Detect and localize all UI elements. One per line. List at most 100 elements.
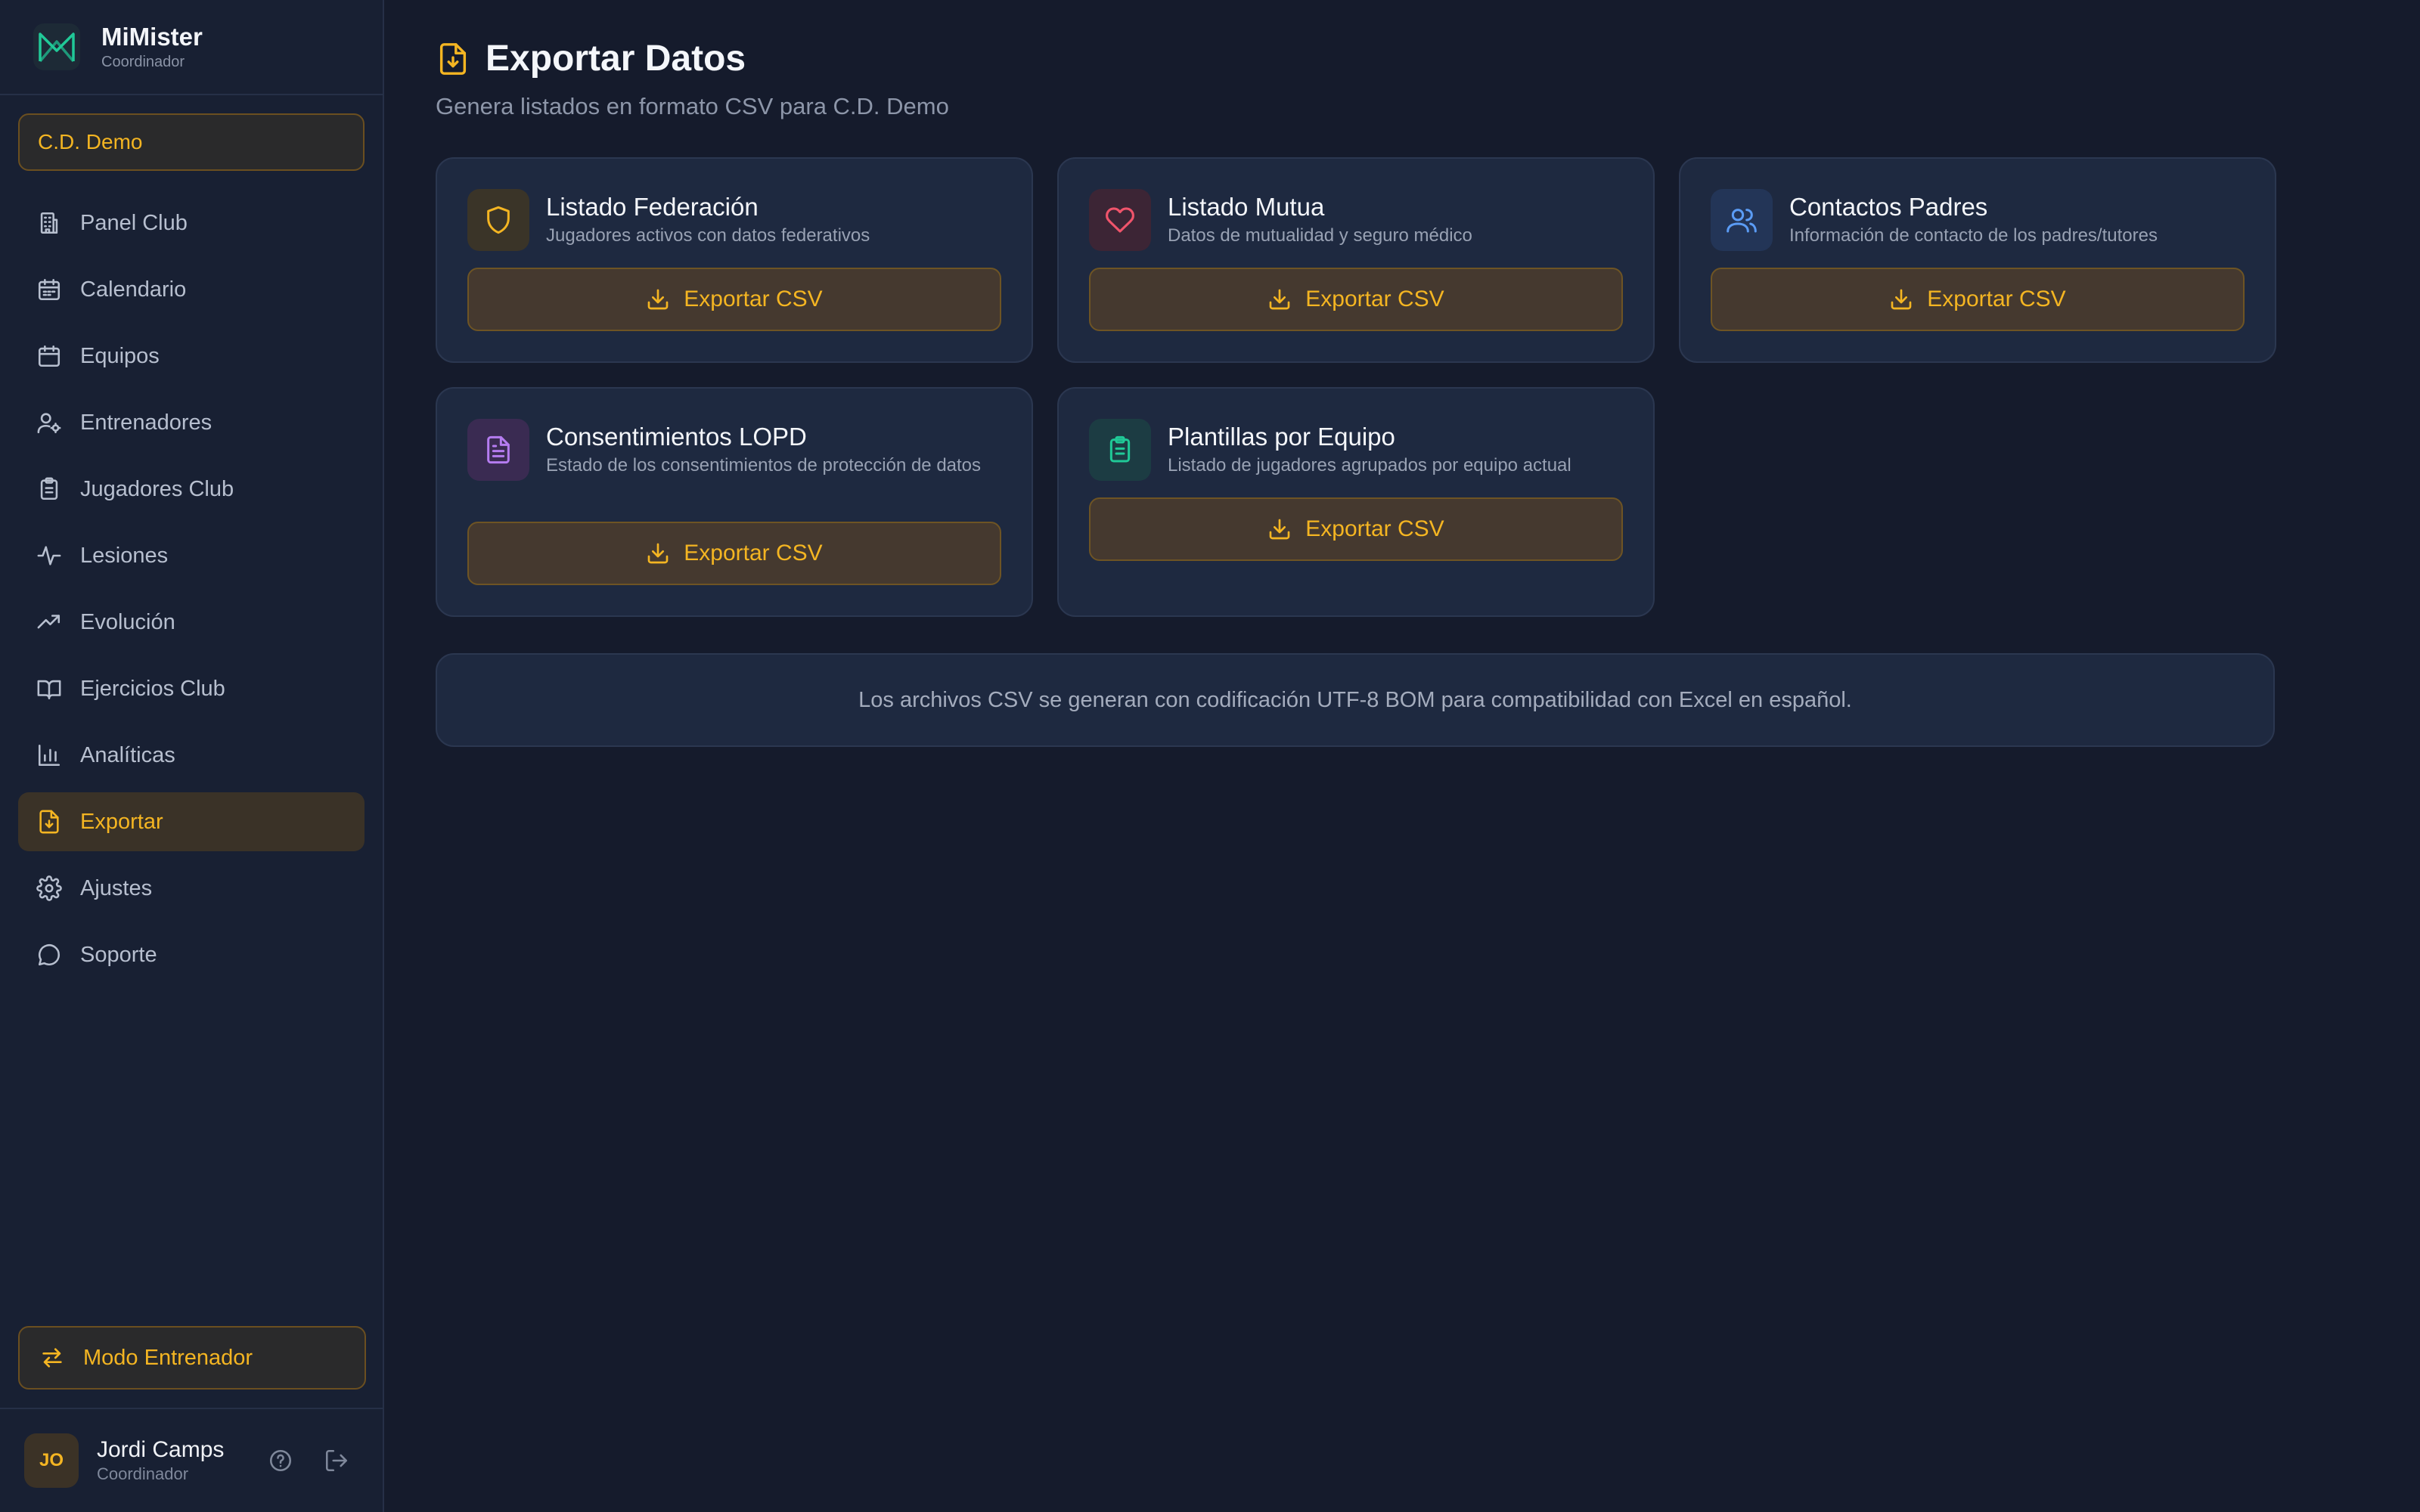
heart-icon [1106, 207, 1134, 233]
user-actions [268, 1448, 349, 1473]
sidebar-item-ejercicios-club[interactable]: Ejercicios Club [18, 659, 365, 718]
export-csv-label: Exportar CSV [1305, 516, 1444, 541]
card-icon-box [467, 419, 529, 481]
main-content: Exportar Datos Genera listados en format… [384, 0, 2420, 1512]
users-icon [1727, 209, 1757, 233]
export-csv-label: Exportar CSV [684, 541, 823, 565]
export-csv-button[interactable]: Exportar CSV [467, 522, 1001, 585]
sidebar-item-label: Jugadores Club [80, 476, 234, 501]
card-title: Listado Federación [546, 193, 759, 221]
sidebar-item-evolucion[interactable]: Evolución [18, 593, 365, 652]
export-csv-label: Exportar CSV [684, 287, 823, 311]
card-description: Listado de jugadores agrupados por equip… [1168, 455, 1571, 476]
card-description: Información de contacto de los padres/tu… [1789, 225, 2158, 246]
sidebar-item-soporte[interactable]: Soporte [18, 925, 365, 984]
help-icon[interactable] [268, 1448, 293, 1473]
sidebar-item-label: Exportar [80, 809, 163, 834]
card-description: Estado de los consentimientos de protecc… [546, 455, 982, 476]
clipboard-icon [1109, 435, 1131, 463]
page-subtitle: Genera listados en formato CSV para C.D.… [436, 93, 949, 119]
sidebar-nav: Panel Club Calendario Equipos Entrenador… [0, 194, 383, 992]
sidebar-item-label: Soporte [80, 942, 157, 967]
sidebar-item-entrenadores[interactable]: Entrenadores [18, 393, 365, 452]
card-icon-box [1089, 419, 1151, 481]
export-card-plantillas: Plantillas por Equipo Listado de jugador… [1057, 387, 1655, 617]
sidebar-item-label: Lesiones [80, 543, 169, 568]
download-icon [1891, 289, 1912, 310]
sidebar-item-label: Ejercicios Club [80, 676, 225, 701]
brand-role: Coordinador [101, 54, 185, 70]
calendar-icon [38, 278, 60, 301]
user-role: Coordinador [97, 1464, 189, 1483]
clipboard-icon [40, 477, 58, 500]
book-icon [37, 680, 61, 700]
sidebar-item-exportar[interactable]: Exportar [18, 792, 365, 851]
card-icon-box [1711, 189, 1773, 251]
sidebar-item-label: Entrenadores [80, 410, 213, 435]
card-title: Listado Mutua [1168, 193, 1325, 221]
page-title: Exportar Datos [486, 39, 746, 79]
card-description: Datos de mutualidad y seguro médico [1168, 225, 1472, 246]
user-gear-icon [37, 413, 61, 434]
download-icon [647, 289, 669, 310]
sidebar-item-label: Ajustes [80, 875, 153, 900]
download-icon [647, 543, 669, 564]
export-csv-button[interactable]: Exportar CSV [467, 268, 1001, 331]
brand-header: MiMister Coordinador [0, 0, 383, 95]
card-description: Jugadores activos con datos federativos [546, 225, 870, 246]
club-selector[interactable]: C.D. Demo [18, 113, 365, 171]
avatar[interactable]: JO [24, 1433, 79, 1488]
sidebar-item-label: Analíticas [80, 742, 175, 767]
card-title: Plantillas por Equipo [1168, 423, 1395, 451]
export-card-federacion: Listado Federación Jugadores activos con… [436, 157, 1033, 363]
coach-mode-button[interactable]: Modo Entrenador [18, 1326, 366, 1390]
swap-arrows-icon [42, 1348, 62, 1368]
bar-chart-icon [38, 744, 60, 767]
sidebar: MiMister Coordinador C.D. Demo Panel Clu… [0, 0, 384, 1512]
sidebar-item-equipos[interactable]: Equipos [18, 327, 365, 386]
mimister-logo-icon [33, 23, 80, 70]
export-csv-button[interactable]: Exportar CSV [1711, 268, 2245, 331]
coach-mode-label: Modo Entrenador [83, 1345, 253, 1370]
document-icon [487, 435, 510, 464]
app-root: MiMister Coordinador C.D. Demo Panel Clu… [0, 0, 2420, 1512]
building-icon [40, 212, 58, 234]
export-card-mutua: Listado Mutua Datos de mutualidad y segu… [1057, 157, 1655, 363]
page-header: Exportar Datos Genera listados en format… [436, 38, 949, 120]
export-csv-label: Exportar CSV [1927, 287, 2066, 311]
export-card-contactos-padres: Contactos Padres Información de contacto… [1679, 157, 2276, 363]
user-bar: JO Jordi Camps Coordinador [0, 1408, 383, 1512]
download-icon [1269, 289, 1290, 310]
sidebar-item-label: Panel Club [80, 210, 188, 235]
gear-icon [36, 875, 62, 901]
card-icon-box [1089, 189, 1151, 251]
sidebar-item-jugadores-club[interactable]: Jugadores Club [18, 460, 365, 519]
file-download-icon [39, 810, 59, 834]
export-csv-label: Exportar CSV [1305, 287, 1444, 311]
sidebar-item-label: Evolución [80, 609, 175, 634]
sidebar-item-ajustes[interactable]: Ajustes [18, 859, 365, 918]
export-csv-button[interactable]: Exportar CSV [1089, 268, 1623, 331]
trending-up-icon [37, 615, 60, 629]
brand-name: MiMister [101, 23, 203, 51]
logout-icon[interactable] [324, 1448, 349, 1473]
sidebar-item-panel-club[interactable]: Panel Club [18, 194, 365, 253]
card-icon-box [467, 189, 529, 251]
sidebar-item-lesiones[interactable]: Lesiones [18, 526, 365, 585]
shield-icon [487, 206, 510, 234]
download-icon [1269, 519, 1290, 540]
user-name: Jordi Camps [97, 1437, 225, 1462]
export-csv-button[interactable]: Exportar CSV [1089, 497, 1623, 561]
sidebar-item-label: Equipos [80, 343, 160, 368]
card-title: Consentimientos LOPD [546, 423, 807, 451]
sidebar-item-calendario[interactable]: Calendario [18, 260, 365, 319]
sidebar-item-analiticas[interactable]: Analíticas [18, 726, 365, 785]
activity-icon [37, 546, 61, 565]
card-title: Contactos Padres [1789, 193, 1988, 221]
file-download-icon [439, 42, 467, 75]
export-card-lopd: Consentimientos LOPD Estado de los conse… [436, 387, 1033, 617]
csv-encoding-note: Los archivos CSV se generan con codifica… [436, 653, 2275, 747]
chat-icon [38, 944, 60, 966]
calendar-icon [38, 345, 60, 367]
sidebar-item-label: Calendario [80, 277, 187, 302]
